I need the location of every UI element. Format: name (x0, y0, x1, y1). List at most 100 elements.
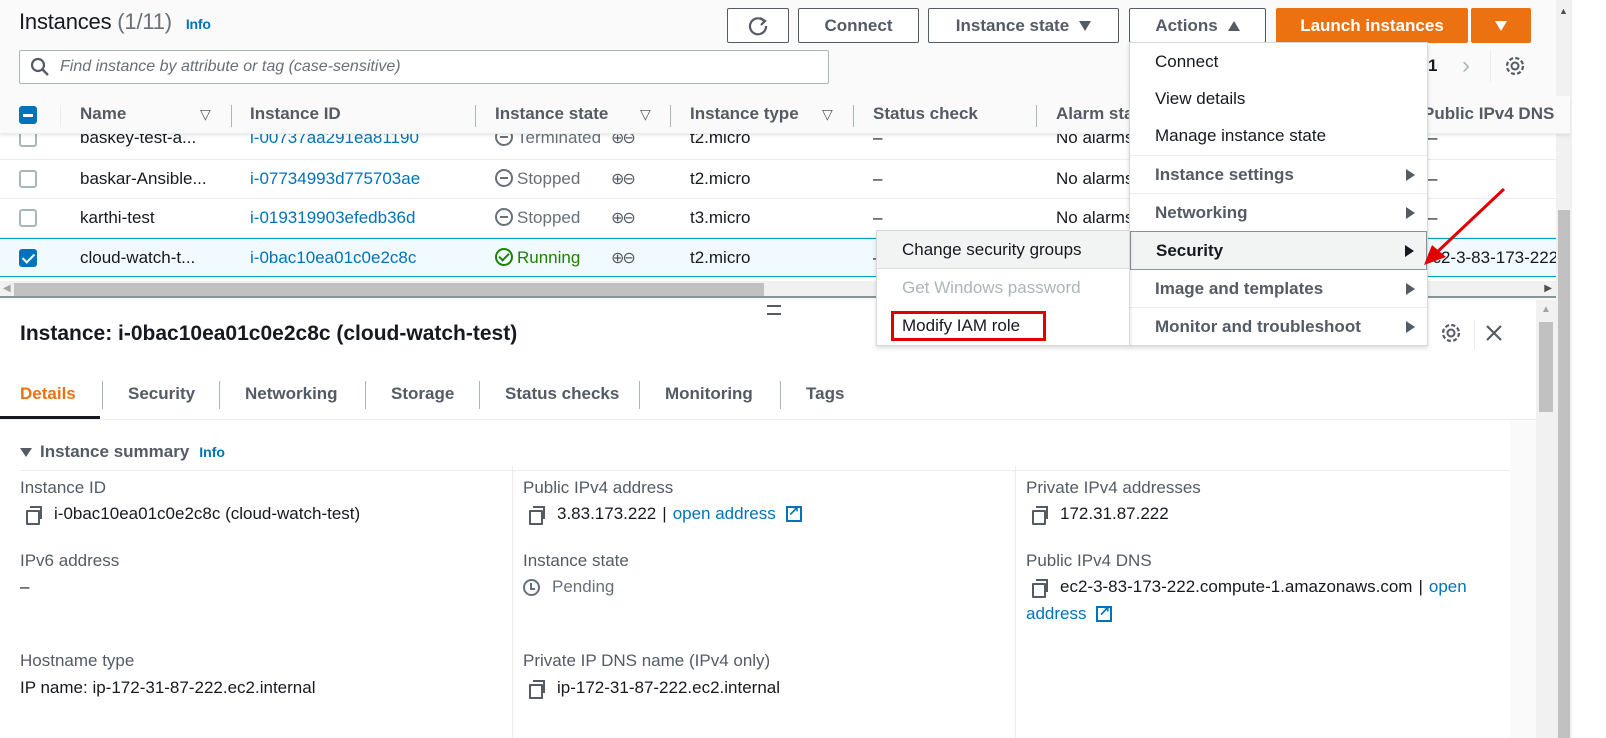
tab-status-checks[interactable]: Status checks (505, 384, 619, 404)
menu-item-connect[interactable]: Connect (1130, 43, 1427, 81)
state-label: Running (517, 248, 581, 267)
menu-item-change-security-groups[interactable]: Change security groups (877, 231, 1129, 269)
filter-icon[interactable]: ▽ (200, 106, 211, 123)
divider (853, 105, 854, 127)
menu-label: View details (1155, 89, 1246, 108)
tab-tags[interactable]: Tags (806, 384, 844, 404)
info-link[interactable]: Info (199, 444, 225, 460)
preferences-gear-icon[interactable] (1440, 322, 1462, 344)
info-link[interactable]: Info (186, 16, 211, 32)
tab-storage[interactable]: Storage (391, 384, 454, 404)
page-number[interactable]: 1 (1428, 56, 1437, 76)
scrollbar-thumb[interactable] (1539, 322, 1553, 412)
value-text: i-0bac10ea01c0e2c8c (cloud-watch-test) (54, 504, 361, 523)
details-content: Instance summary Info Instance ID i-0bac… (0, 421, 1536, 738)
close-icon[interactable] (1485, 324, 1503, 342)
menu-item-image-and-templates[interactable]: Image and templates (1130, 270, 1427, 308)
hostname-type-value: IP name: ip-172-31-87-222.ec2.internal (20, 678, 316, 697)
tab-security[interactable]: Security (128, 384, 195, 404)
select-all-checkbox[interactable] (19, 106, 37, 124)
public-ipv4-label: Public IPv4 address (523, 478, 674, 497)
menu-item-modify-iam-role[interactable]: Modify IAM role (877, 307, 1129, 345)
menu-item-manage-instance-state[interactable]: Manage instance state (1130, 117, 1427, 155)
filter-icon[interactable]: ▽ (640, 106, 651, 123)
launch-instances-button[interactable]: Launch instances (1276, 8, 1468, 43)
scroll-up-icon[interactable]: ▲ (1541, 304, 1551, 315)
scrollbar-thumb[interactable] (14, 283, 764, 296)
scroll-up-icon[interactable]: ▲ (1559, 6, 1568, 16)
column-header-status-check[interactable]: Status check (873, 104, 978, 124)
menu-label: Manage instance state (1155, 126, 1327, 145)
search-icon (30, 57, 49, 76)
instance-summary-header[interactable]: Instance summary Info (20, 442, 225, 462)
instance-id-link[interactable]: i-0bac10ea01c0e2c8c (250, 248, 416, 268)
zoom-in-out-icon[interactable]: ⊕⊖ (611, 169, 636, 189)
instance-type: t3.micro (690, 208, 751, 227)
collapse-caret-icon (20, 447, 32, 457)
menu-item-view-details[interactable]: View details (1130, 80, 1427, 118)
open-link[interactable]: open (1429, 577, 1467, 597)
copy-icon[interactable] (1032, 506, 1048, 525)
zoom-in-out-icon[interactable]: ⊕⊖ (611, 248, 636, 268)
search-box[interactable] (19, 50, 829, 84)
tab-networking[interactable]: Networking (245, 384, 338, 404)
copy-icon[interactable] (529, 506, 545, 525)
menu-label: Monitor and troubleshoot (1155, 316, 1361, 336)
submenu-arrow-icon (1406, 206, 1415, 219)
connect-button[interactable]: Connect (798, 8, 919, 43)
tab-monitoring[interactable]: Monitoring (665, 384, 753, 404)
scrollbar-thumb[interactable] (1558, 210, 1570, 738)
address-link[interactable]: address (1026, 604, 1086, 624)
copy-icon[interactable] (26, 506, 42, 525)
external-link-icon[interactable] (1096, 603, 1113, 622)
column-header-instance-state[interactable]: Instance state (495, 104, 608, 124)
row-checkbox[interactable] (19, 209, 37, 227)
menu-label: Security (1156, 240, 1224, 260)
value-text: Pending (552, 577, 615, 596)
copy-icon[interactable] (529, 680, 545, 699)
menu-item-monitor-and-troubleshoot[interactable]: Monitor and troubleshoot (1130, 307, 1427, 345)
instance-id-link[interactable]: i-07734993d775703ae (250, 169, 420, 189)
ec2-console: Instances (1/11) Info Connect Instance s… (0, 0, 1606, 738)
column-header-instance-id[interactable]: Instance ID (250, 104, 341, 124)
hostname-type-label: Hostname type (20, 651, 135, 670)
divider (512, 466, 513, 738)
menu-label: Image and templates (1155, 279, 1324, 298)
instance-state: Stopped (495, 208, 580, 228)
divider (231, 105, 232, 127)
instance-state: Running (495, 248, 580, 268)
settings-gear-icon[interactable] (1504, 55, 1526, 77)
column-header-instance-type[interactable]: Instance type (690, 104, 799, 124)
row-checkbox[interactable] (19, 249, 37, 267)
next-page-icon[interactable]: › (1462, 52, 1470, 80)
private-dns-label: Private IP DNS name (IPv4 only) (523, 651, 771, 670)
zoom-in-out-icon[interactable]: ⊕⊖ (611, 208, 636, 228)
external-link-icon[interactable] (785, 503, 802, 522)
menu-item-instance-settings[interactable]: Instance settings (1130, 155, 1427, 193)
actions-dropdown[interactable]: Actions (1129, 8, 1266, 43)
instance-state-dropdown[interactable]: Instance state (928, 8, 1119, 43)
private-ipv4-label: Private IPv4 addresses (1026, 478, 1201, 497)
instance-id-link[interactable]: i-019319903efedb36d (250, 208, 415, 228)
column-header-public-dns[interactable]: Public IPv4 DNS (1423, 104, 1554, 124)
title-text: Instances (19, 9, 112, 34)
highlight-annotation (891, 311, 1046, 341)
resize-handle-icon[interactable] (767, 305, 781, 315)
filter-icon[interactable]: ▽ (822, 106, 833, 123)
search-input[interactable] (60, 58, 828, 76)
page-title: Instances (1/11) Info (19, 9, 211, 35)
instance-name: cloud-watch-t... (80, 248, 196, 267)
scroll-left-icon[interactable]: ◀ (3, 283, 11, 294)
column-header-name[interactable]: Name (80, 104, 126, 124)
copy-icon[interactable] (1032, 579, 1048, 598)
stopped-icon (495, 169, 513, 187)
menu-item-networking[interactable]: Networking (1130, 193, 1427, 231)
tab-details[interactable]: Details (20, 384, 76, 404)
menu-item-security[interactable]: Security (1130, 231, 1427, 270)
scroll-right-icon[interactable]: ▶ (1544, 283, 1552, 294)
pane-vertical-scrollbar[interactable]: ▲ (1536, 300, 1556, 738)
row-checkbox[interactable] (19, 170, 37, 188)
launch-options-button[interactable] (1471, 8, 1531, 43)
refresh-button[interactable] (727, 8, 789, 43)
open-address-link[interactable]: open address (673, 504, 776, 524)
